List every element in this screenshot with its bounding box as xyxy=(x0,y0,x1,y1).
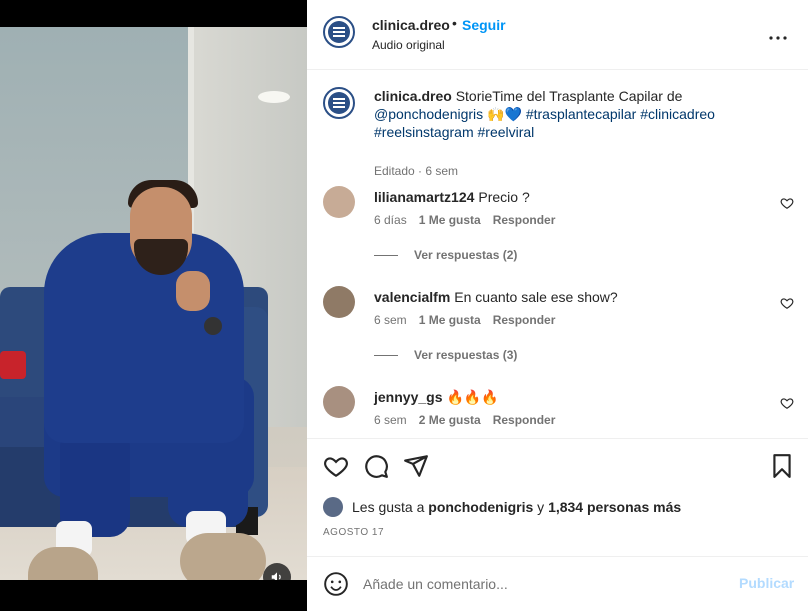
comment-time[interactable]: 6 días xyxy=(374,213,407,227)
caption-text: clinica.dreo StorieTime del Trasplante C… xyxy=(374,87,734,141)
add-comment-bar: Publicar xyxy=(307,556,808,611)
audio-link[interactable]: Audio original xyxy=(372,38,445,52)
like-comment-heart-icon[interactable] xyxy=(780,396,794,410)
likes-others[interactable]: 1,834 personas más xyxy=(548,499,681,515)
comment-likes[interactable]: 1 Me gusta xyxy=(419,213,481,227)
more-icon xyxy=(769,36,787,40)
hashtags-line-1[interactable]: #trasplantecapilar #clinicadreo xyxy=(526,106,715,122)
comment-text: valencialfm En cuanto sale ese show? xyxy=(374,288,618,306)
like-comment-heart-icon[interactable] xyxy=(780,296,794,310)
clinic-logo-icon xyxy=(328,92,350,114)
post-dialog: clinica.dreo • Seguir Audio original cli… xyxy=(0,0,808,611)
comment-text: jennyy_gs 🔥🔥🔥 xyxy=(374,388,499,406)
view-replies-button[interactable]: Ver respuestas (2) xyxy=(374,248,517,262)
emoji-icon[interactable] xyxy=(323,571,349,597)
comment-body: En cuanto sale ese show? xyxy=(454,289,618,305)
caption-body: StorieTime del Trasplante Capilar de xyxy=(455,88,683,104)
comment-time[interactable]: 6 sem xyxy=(374,313,407,327)
more-options-button[interactable] xyxy=(769,24,787,45)
like-heart-icon[interactable] xyxy=(323,453,349,479)
comment-meta: 6 sem 1 Me gusta Responder xyxy=(374,313,555,327)
comment-text: lilianamartz124 Precio ? xyxy=(374,188,530,206)
post-date: AGOSTO 17 xyxy=(323,527,385,538)
avatar[interactable] xyxy=(323,16,355,48)
view-replies-label: Ver respuestas (2) xyxy=(414,248,518,262)
comment-username[interactable]: jennyy_gs xyxy=(374,389,442,405)
view-replies-label: Ver respuestas (3) xyxy=(414,348,518,362)
comment-body: 🔥🔥🔥 xyxy=(446,389,499,405)
post-header: clinica.dreo • Seguir Audio original xyxy=(307,0,808,70)
comment-likes[interactable]: 1 Me gusta xyxy=(419,313,481,327)
replies-divider xyxy=(374,254,398,256)
replies-divider xyxy=(374,354,398,356)
avatar[interactable] xyxy=(323,87,355,119)
reply-button[interactable]: Responder xyxy=(493,213,556,227)
caption-meta: Editado · 6 sem xyxy=(374,164,459,178)
comment-username[interactable]: valencialfm xyxy=(374,289,450,305)
likes-prefix: Les gusta a xyxy=(352,499,425,515)
post-author-username[interactable]: clinica.dreo xyxy=(372,17,450,33)
mention-link[interactable]: @ponchodenigris xyxy=(374,106,483,122)
avatar[interactable] xyxy=(323,386,355,418)
likes-user[interactable]: ponchodenigris xyxy=(428,499,533,515)
comment-item: lilianamartz124 Precio ? 6 días 1 Me gust… xyxy=(323,186,794,246)
likes-summary[interactable]: Les gusta a ponchodenigris y 1,834 perso… xyxy=(323,497,681,517)
hashtags-line-2[interactable]: #reelsinstagram #reelviral xyxy=(374,124,534,140)
post-actions: Les gusta a ponchodenigris y 1,834 perso… xyxy=(307,438,808,556)
caption-emojis: 🙌💙 xyxy=(487,106,522,122)
media-area xyxy=(0,0,307,611)
reply-button[interactable]: Responder xyxy=(493,413,556,427)
comment-input[interactable] xyxy=(363,571,723,597)
speaker-icon xyxy=(271,572,281,580)
avatar[interactable] xyxy=(323,286,355,318)
clinic-logo-icon xyxy=(328,21,350,43)
caption-username[interactable]: clinica.dreo xyxy=(374,88,452,104)
bookmark-icon[interactable] xyxy=(769,453,795,479)
post-panel: clinica.dreo • Seguir Audio original cli… xyxy=(307,0,808,611)
comments-section[interactable]: clinica.dreo StorieTime del Trasplante C… xyxy=(307,71,808,438)
share-send-icon[interactable] xyxy=(403,453,429,479)
comment-body: Precio ? xyxy=(478,189,530,205)
comment-item: jennyy_gs 🔥🔥🔥 6 sem 2 Me gusta Responder xyxy=(323,386,794,438)
comment-item: valencialfm En cuanto sale ese show? 6 se… xyxy=(323,286,794,346)
likes-conjunction: y xyxy=(537,499,545,515)
comment-time[interactable]: 6 sem xyxy=(374,413,407,427)
comment-likes[interactable]: 2 Me gusta xyxy=(419,413,481,427)
avatar[interactable] xyxy=(323,186,355,218)
comment-meta: 6 días 1 Me gusta Responder xyxy=(374,213,555,227)
follow-button[interactable]: Seguir xyxy=(462,17,506,33)
reply-button[interactable]: Responder xyxy=(493,313,556,327)
view-replies-button[interactable]: Ver respuestas (3) xyxy=(374,348,517,362)
publish-button[interactable]: Publicar xyxy=(739,575,794,591)
separator-dot: • xyxy=(452,15,457,31)
avatar xyxy=(323,497,343,517)
comment-username[interactable]: lilianamartz124 xyxy=(374,189,474,205)
reel-video[interactable] xyxy=(0,27,307,580)
comment-bubble-icon[interactable] xyxy=(363,453,389,479)
comment-meta: 6 sem 2 Me gusta Responder xyxy=(374,413,555,427)
like-comment-heart-icon[interactable] xyxy=(780,196,794,210)
